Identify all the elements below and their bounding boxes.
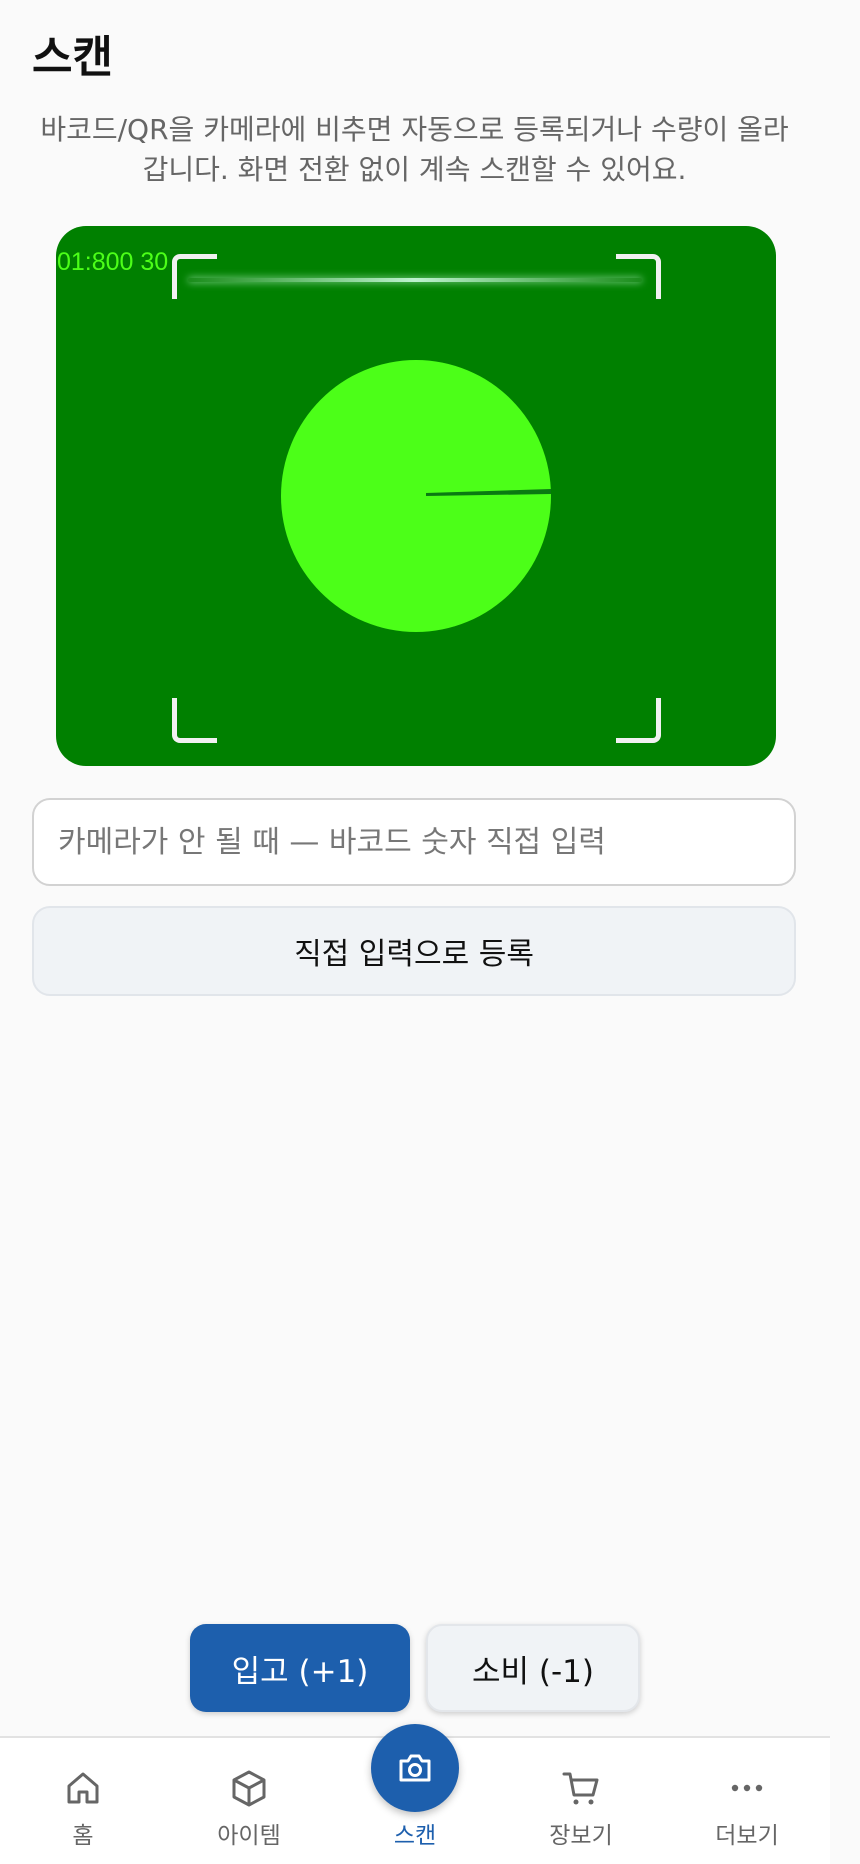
box-icon <box>232 1770 266 1807</box>
page-title: 스캔 <box>32 32 113 83</box>
page-description: 바코드/QR을 카메라에 비추면 자동으로 등록되거나 수량이 올라갑니다. 화… <box>40 113 789 186</box>
barcode-manual-input[interactable] <box>32 798 796 886</box>
nav-label-more: 더보기 <box>715 1823 779 1849</box>
scan-frame-corner-bottom-left <box>172 698 217 743</box>
scan-frame-corner-top-left <box>172 254 217 299</box>
mode-out-button[interactable]: 소비 (-1) <box>426 1624 640 1712</box>
camera-preview[interactable]: :01:800 30 <box>56 226 776 766</box>
bottom-nav: 홈 아이템 스캔 장보기 더보기 <box>0 1724 830 1864</box>
cart-icon <box>562 1772 599 1805</box>
scan-frame-corner-bottom-right <box>616 698 661 743</box>
nav-label-home: 홈 <box>72 1823 94 1849</box>
scan-line <box>188 278 642 282</box>
mode-in-button[interactable]: 입고 (+1) <box>190 1624 410 1712</box>
nav-item-cart[interactable]: 장보기 <box>506 1738 656 1864</box>
scan-frame-corner-top-right <box>616 254 661 299</box>
nav-item-items[interactable]: 아이템 <box>174 1738 324 1864</box>
camera-icon <box>399 1754 431 1782</box>
manual-register-button[interactable]: 직접 입력으로 등록 <box>32 906 796 996</box>
camera-timecode: :01:800 30 <box>56 248 169 276</box>
scan-fab[interactable] <box>371 1724 459 1812</box>
more-icon <box>731 1784 763 1792</box>
nav-label-items: 아이템 <box>217 1823 281 1849</box>
nav-label-cart: 장보기 <box>549 1823 613 1849</box>
home-icon <box>67 1772 99 1804</box>
nav-label-scan: 스캔 <box>393 1823 437 1849</box>
nav-item-scan[interactable]: 스캔 <box>340 1724 490 1864</box>
scan-page: 스캔 바코드/QR을 카메라에 비추면 자동으로 등록되거나 수량이 올라갑니다… <box>0 0 860 1864</box>
nav-item-more[interactable]: 더보기 <box>672 1738 822 1864</box>
nav-item-home[interactable]: 홈 <box>8 1738 158 1864</box>
test-pattern-disc <box>281 360 551 632</box>
